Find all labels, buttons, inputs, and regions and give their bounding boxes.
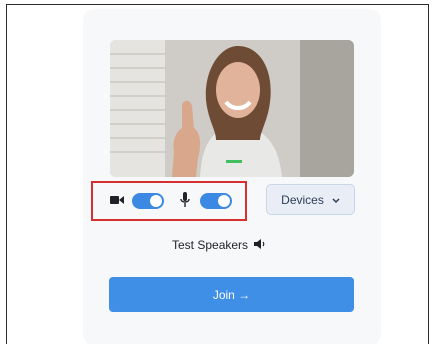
join-label: Join → <box>212 287 251 302</box>
microphone-toggle[interactable] <box>200 193 232 209</box>
join-button[interactable]: Join → <box>109 277 354 312</box>
camera-toggle[interactable] <box>132 193 164 209</box>
test-speakers-link[interactable]: Test Speakers <box>172 237 266 253</box>
speaker-icon <box>254 238 266 252</box>
microphone-toggle-knob <box>218 195 230 207</box>
camera-toggle-knob <box>150 195 162 207</box>
devices-button[interactable]: Devices <box>266 184 355 215</box>
devices-label: Devices <box>281 192 324 207</box>
chevron-down-icon <box>332 193 340 207</box>
camera-icon[interactable] <box>110 195 124 205</box>
microphone-icon[interactable] <box>180 192 190 208</box>
video-preview <box>110 40 354 177</box>
test-speakers-label: Test Speakers <box>172 238 249 252</box>
